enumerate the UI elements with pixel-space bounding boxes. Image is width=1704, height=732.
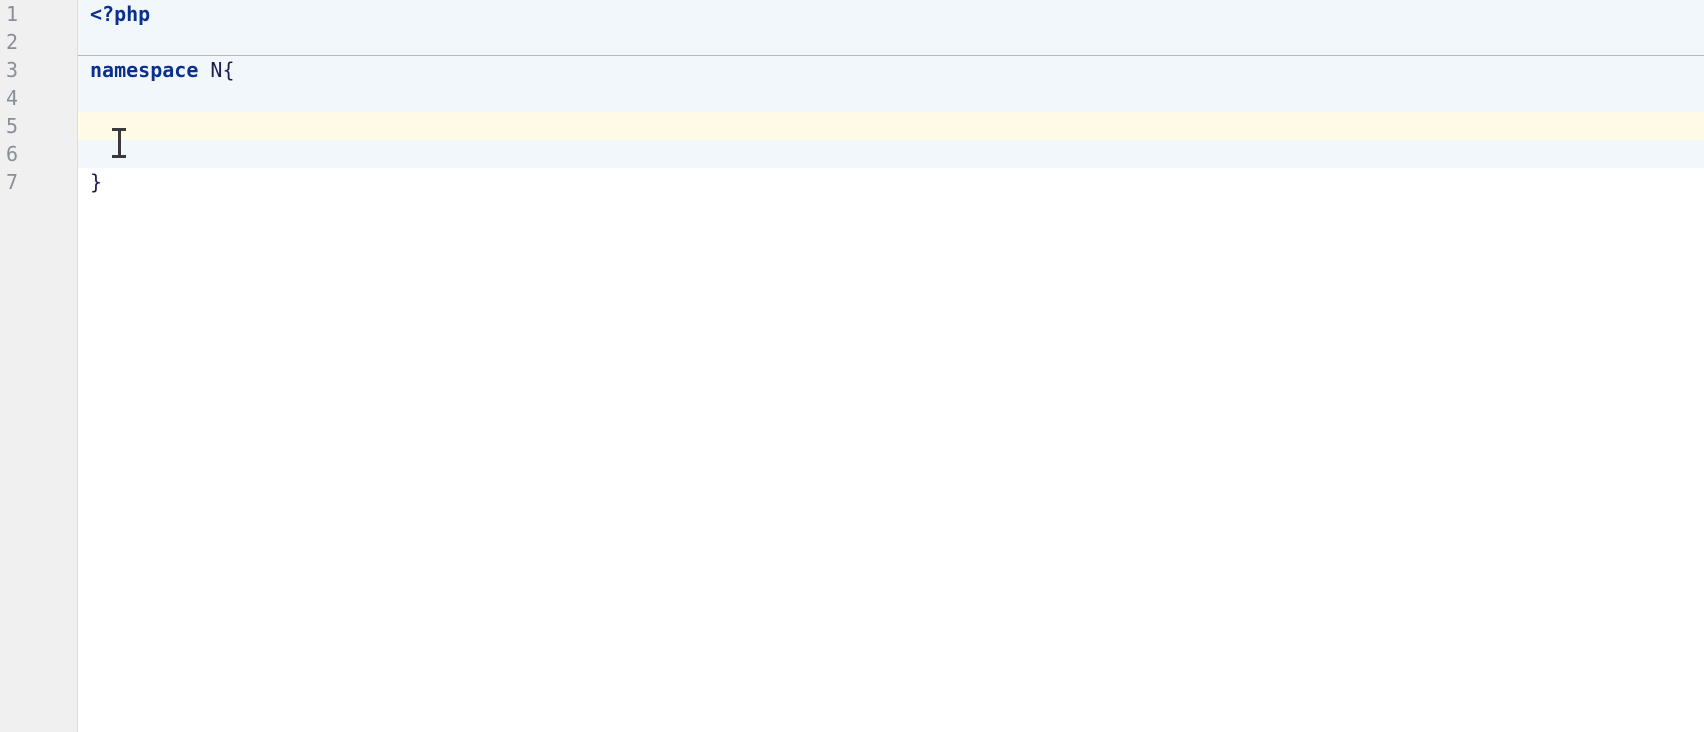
open-brace: { — [222, 58, 234, 82]
code-area[interactable]: <?php namespace N{ } — [78, 0, 1704, 732]
code-line-current[interactable] — [78, 112, 1704, 140]
space — [198, 58, 210, 82]
namespace-name: N — [210, 58, 222, 82]
code-line[interactable] — [78, 140, 1704, 168]
code-line[interactable]: namespace N{ — [78, 56, 1704, 84]
close-brace: } — [90, 170, 102, 194]
line-number-gutter: 1 2 3 4 5 6 7 — [0, 0, 78, 732]
php-open-tag: <?php — [90, 2, 150, 26]
code-line[interactable]: } — [78, 168, 1704, 196]
code-editor[interactable]: 1 2 3 4 5 6 7 <?php namespace N{ } — [0, 0, 1704, 732]
line-number: 7 — [0, 168, 77, 196]
line-number: 5 — [0, 112, 77, 140]
line-number: 6 — [0, 140, 77, 168]
code-line[interactable]: <?php — [78, 0, 1704, 28]
line-number: 4 — [0, 84, 77, 112]
code-line[interactable] — [78, 84, 1704, 112]
line-number: 1 — [0, 0, 77, 28]
line-number: 2 — [0, 28, 77, 56]
code-line[interactable] — [78, 28, 1704, 56]
line-number: 3 — [0, 56, 77, 84]
keyword-namespace: namespace — [90, 58, 198, 82]
